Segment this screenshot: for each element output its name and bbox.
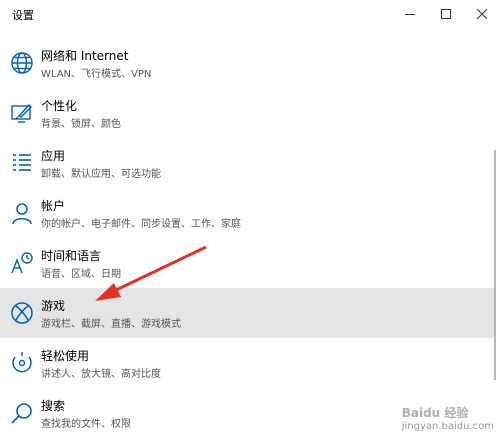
minimize-icon — [405, 9, 415, 19]
maximize-button[interactable] — [428, 0, 464, 27]
category-subtitle: 查找我的文件、权限 — [41, 419, 131, 430]
watermark-url: jingyan.baidu.com — [401, 421, 494, 432]
category-title: 轻松使用 — [41, 349, 90, 363]
category-gaming[interactable]: 游戏 游戏栏、截屏、直播、游戏模式 — [0, 288, 494, 338]
ease-of-access-icon — [10, 351, 34, 375]
category-apps[interactable]: 应用 卸载、默认应用、可选功能 — [0, 138, 494, 188]
category-accounts[interactable]: 帐户 你的帐户、电子邮件、同步设置、工作、家庭 — [0, 188, 494, 238]
close-icon — [477, 8, 487, 19]
watermark-brand: Baidu 经验 — [401, 406, 469, 420]
category-subtitle: WLAN、飞行模式、VPN — [41, 69, 152, 80]
time-language-icon — [10, 251, 34, 275]
window-title: 设置 — [12, 9, 34, 22]
category-title: 应用 — [41, 149, 66, 163]
category-title: 网络和 Internet — [41, 49, 129, 63]
globe-icon — [10, 51, 34, 75]
category-ease-of-access[interactable]: 轻松使用 讲述人、放大镜、高对比度 — [0, 338, 494, 388]
personalization-icon — [10, 101, 34, 125]
apps-list-icon — [10, 151, 34, 175]
category-title: 帐户 — [41, 199, 66, 213]
category-network[interactable]: 网络和 Internet WLAN、飞行模式、VPN — [0, 38, 494, 88]
person-icon — [10, 201, 34, 225]
category-subtitle: 游戏栏、截屏、直播、游戏模式 — [41, 319, 181, 330]
close-button[interactable] — [464, 0, 500, 27]
maximize-icon — [441, 8, 451, 19]
category-subtitle: 语音、区域、日期 — [41, 269, 121, 280]
watermark: Baidu 经验 jingyan.baidu.com — [402, 404, 494, 432]
category-personalization[interactable]: 个性化 背景、锁屏、颜色 — [0, 88, 494, 138]
category-time-language[interactable]: 时间和语言 语音、区域、日期 — [0, 238, 494, 288]
category-title: 搜索 — [41, 399, 66, 413]
category-title: 个性化 — [41, 99, 78, 113]
category-title: 时间和语言 — [41, 249, 102, 263]
title-bar: 设置 — [0, 0, 500, 27]
category-subtitle: 讲述人、放大镜、高对比度 — [41, 369, 161, 380]
category-subtitle: 你的帐户、电子邮件、同步设置、工作、家庭 — [41, 219, 241, 230]
xbox-icon — [10, 301, 34, 325]
scrollbar[interactable] — [494, 150, 496, 380]
search-icon — [10, 401, 34, 425]
category-subtitle: 卸载、默认应用、可选功能 — [41, 169, 161, 180]
category-subtitle: 背景、锁屏、颜色 — [41, 119, 121, 130]
category-title: 游戏 — [41, 299, 66, 313]
minimize-button[interactable] — [392, 0, 428, 27]
